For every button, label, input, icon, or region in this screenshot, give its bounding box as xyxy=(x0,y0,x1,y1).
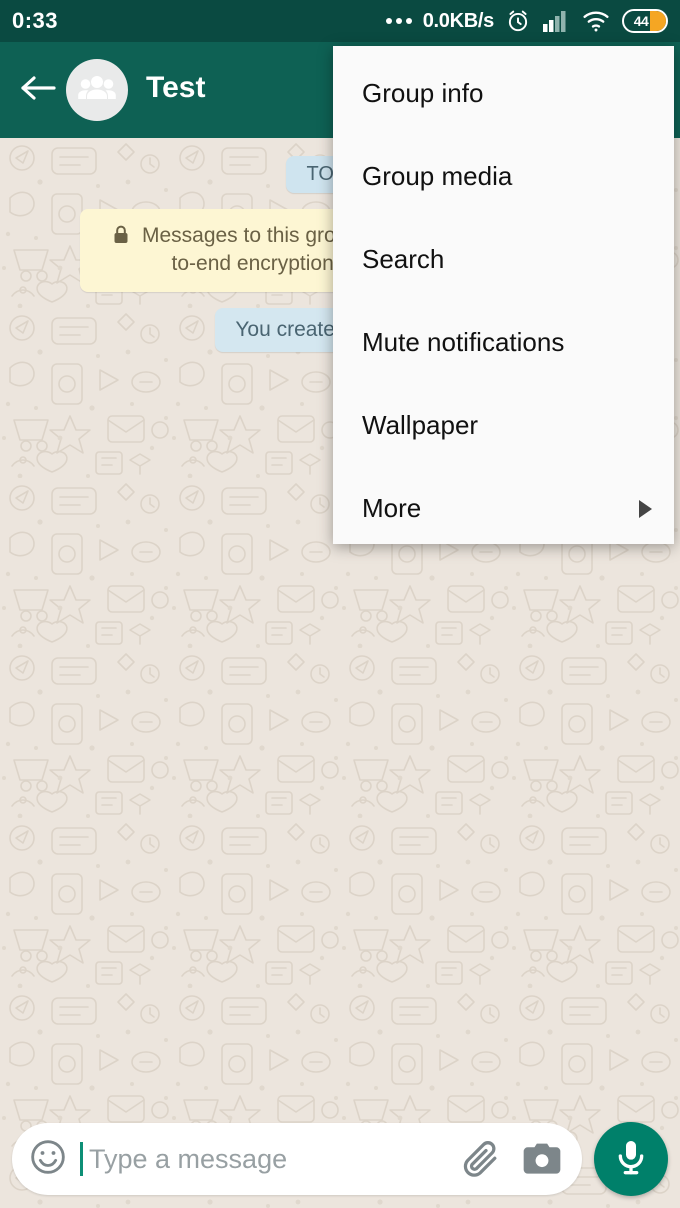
menu-item-wallpaper[interactable]: Wallpaper xyxy=(333,384,674,467)
microphone-icon xyxy=(611,1137,651,1182)
paperclip-icon[interactable] xyxy=(458,1136,504,1182)
cellular-signal-icon xyxy=(542,9,570,33)
message-input-bar: Type a message xyxy=(0,1110,680,1208)
menu-item-label: More xyxy=(362,493,422,523)
menu-item-label: Mute notifications xyxy=(362,327,565,357)
submenu-arrow-icon xyxy=(639,499,652,518)
more-dots-icon xyxy=(385,18,412,24)
menu-item-search[interactable]: Search xyxy=(333,218,674,301)
menu-item-group-info[interactable]: Group info xyxy=(333,52,674,135)
status-icons: 0.0KB/s 44 xyxy=(385,8,668,34)
lock-icon xyxy=(113,224,135,247)
menu-item-group-media[interactable]: Group media xyxy=(333,135,674,218)
menu-item-label: Search xyxy=(362,244,445,274)
group-avatar-icon xyxy=(77,73,117,108)
status-bar: 0:33 0.0KB/s 44 xyxy=(0,0,680,42)
message-input-placeholder[interactable]: Type a message xyxy=(89,1144,442,1175)
battery-icon: 44 xyxy=(622,9,668,33)
battery-level-label: 44 xyxy=(633,13,649,29)
status-clock: 0:33 xyxy=(12,8,59,33)
back-arrow-icon xyxy=(18,73,58,108)
menu-item-label: Group info xyxy=(362,78,484,108)
back-button[interactable] xyxy=(10,73,66,108)
message-input-pill[interactable]: Type a message xyxy=(12,1123,582,1195)
menu-item-more[interactable]: More xyxy=(333,467,674,550)
menu-item-label: Wallpaper xyxy=(362,410,479,440)
wifi-icon xyxy=(581,9,611,33)
page-title: Test xyxy=(146,71,206,105)
voice-record-button[interactable] xyxy=(594,1122,668,1196)
group-avatar[interactable] xyxy=(66,59,128,121)
alarm-clock-icon xyxy=(505,8,531,34)
whatsapp-chat-screen: 0:33 0.0KB/s 44 Test Messages to this to… xyxy=(0,0,680,1208)
chat-title-block[interactable]: Test xyxy=(146,72,205,108)
menu-item-label: Group media xyxy=(362,161,513,191)
overflow-menu: Group info Group media Search Mute notif… xyxy=(333,46,674,544)
network-speed-label: 0.0KB/s xyxy=(422,9,495,32)
camera-icon[interactable] xyxy=(520,1137,564,1181)
menu-item-mute-notifications[interactable]: Mute notifications xyxy=(333,301,674,384)
emoji-smiley-icon[interactable] xyxy=(28,1137,68,1182)
text-cursor xyxy=(80,1142,83,1176)
